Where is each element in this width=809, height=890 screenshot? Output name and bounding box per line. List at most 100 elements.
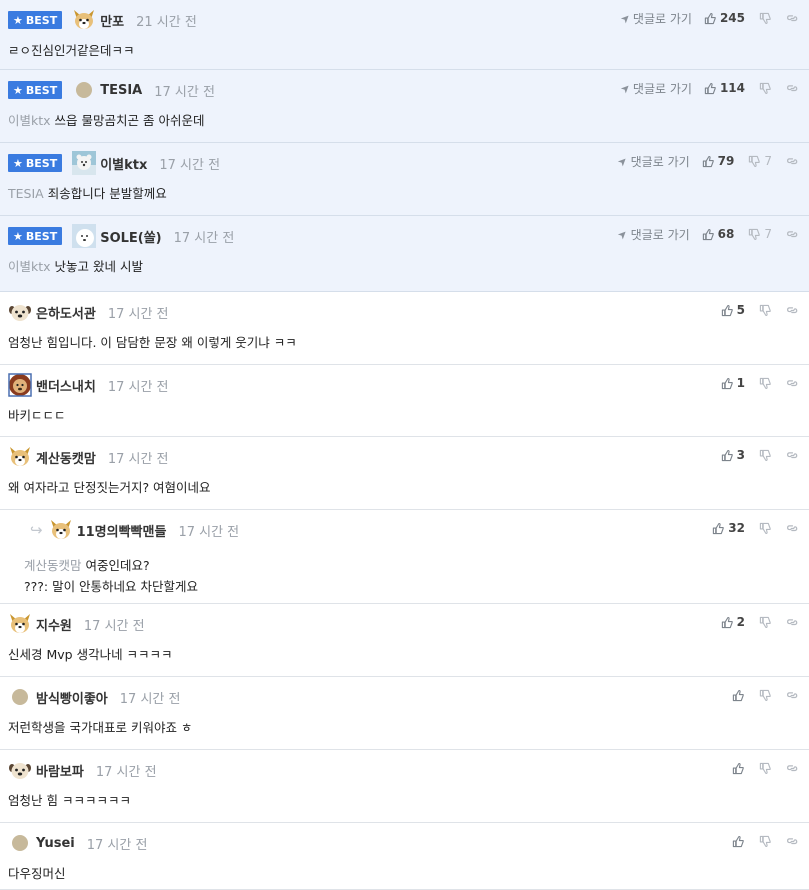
nickname[interactable]: 이별ktx — [100, 154, 147, 173]
downvote-button[interactable] — [759, 12, 772, 25]
comment-body: 엄청난 힘 ㅋㅋㅋㅋㅋㅋ — [8, 790, 131, 811]
reply-target-nick[interactable]: 이별ktx — [8, 113, 51, 128]
go-to-comment-link[interactable]: ➤ 댓글로 가기 — [617, 80, 691, 97]
share-link-button[interactable] — [786, 377, 799, 390]
comment-line: 저런학생을 국가대표로 키워야죠 ㅎ — [8, 717, 192, 738]
downvote-button[interactable] — [759, 377, 772, 390]
downvote-button[interactable] — [759, 762, 772, 775]
nickname[interactable]: 바람보파 — [36, 761, 84, 780]
share-link-button[interactable] — [786, 12, 799, 25]
upvote-count: 5 — [736, 303, 745, 317]
comment-actions: ➤ 댓글로 가기 114 — [617, 79, 799, 97]
thumbs-down-icon — [759, 762, 772, 775]
avatar[interactable] — [72, 224, 97, 248]
comment-line: 다우징머신 — [8, 863, 66, 884]
comment: Yusei 17 시간 전다우징머신 — [0, 823, 809, 890]
thumbs-up-icon — [721, 304, 734, 317]
avatar[interactable] — [8, 445, 32, 469]
upvote-count: 1 — [736, 376, 745, 390]
upvote-button[interactable]: 32 — [712, 521, 745, 535]
downvote-button[interactable] — [759, 449, 772, 462]
upvote-button[interactable]: 79 — [702, 154, 734, 168]
upvote-button[interactable]: 114 — [704, 81, 745, 95]
avatar[interactable] — [8, 300, 32, 324]
nickname[interactable]: 만포 — [100, 11, 124, 30]
share-link-button[interactable] — [786, 689, 799, 702]
nickname[interactable]: SOLE(쏠) — [100, 227, 161, 246]
avatar[interactable] — [12, 835, 28, 851]
upvote-button[interactable]: 5 — [721, 303, 745, 317]
reply-target-nick[interactable]: 이별ktx — [8, 259, 51, 274]
nickname[interactable]: 지수원 — [36, 615, 72, 634]
downvote-button[interactable] — [759, 304, 772, 317]
paper-plane-icon: ➤ — [617, 10, 634, 26]
upvote-button[interactable]: 2 — [721, 615, 745, 629]
nickname[interactable]: 밤식빵이좋아 — [36, 688, 108, 707]
upvote-button[interactable]: 245 — [704, 11, 745, 25]
best-badge: ★ BEST — [8, 81, 63, 99]
share-link-button[interactable] — [786, 522, 799, 535]
share-link-button[interactable] — [786, 762, 799, 775]
comment-text: ㄹㅇ진심인거같은데ㅋㅋ — [8, 43, 135, 58]
share-link-button[interactable] — [786, 616, 799, 629]
nickname[interactable]: 11명의빡빡맨들 — [77, 521, 167, 540]
nickname[interactable]: 밴더스내치 — [36, 376, 96, 395]
avatar[interactable] — [8, 758, 32, 782]
upvote-button[interactable]: 3 — [721, 448, 745, 462]
avatar[interactable] — [12, 689, 28, 705]
thumbs-down-icon — [759, 304, 772, 317]
nickname[interactable]: 은하도서관 — [36, 303, 96, 322]
upvote-button[interactable]: 1 — [721, 376, 745, 390]
share-link-button[interactable] — [786, 835, 799, 848]
upvote-button[interactable] — [732, 689, 745, 702]
upvote-button[interactable] — [732, 835, 745, 848]
avatar[interactable] — [72, 151, 97, 175]
link-icon — [786, 835, 799, 848]
best-label: BEST — [25, 156, 58, 170]
timestamp: 17 시간 전 — [95, 764, 157, 780]
thumbs-down-icon — [759, 12, 772, 25]
thumbs-up-icon — [732, 835, 745, 848]
downvote-button[interactable]: 7 — [748, 154, 772, 168]
link-icon — [786, 304, 799, 317]
timestamp: 17 시간 전 — [86, 837, 148, 853]
share-link-button[interactable] — [786, 304, 799, 317]
avatar[interactable] — [72, 8, 96, 32]
share-link-button[interactable] — [786, 449, 799, 462]
comment-actions — [732, 832, 799, 850]
downvote-button[interactable] — [759, 689, 772, 702]
downvote-button[interactable]: 7 — [748, 227, 772, 241]
avatar[interactable] — [49, 518, 73, 542]
comment-text: 여중인데요? — [85, 558, 150, 573]
avatar[interactable] — [8, 612, 32, 636]
go-to-comment-link[interactable]: ➤ 댓글로 가기 — [615, 153, 689, 170]
comment-header: ↪ 11명의빡빡맨들 17 시간 전 — [24, 519, 239, 541]
comment-header: 바람보파 17 시간 전 — [8, 759, 157, 781]
downvote-button[interactable] — [759, 835, 772, 848]
upvote-button[interactable]: 68 — [702, 227, 734, 241]
share-link-button[interactable] — [786, 82, 799, 95]
go-to-comment-label: 댓글로 가기 — [632, 11, 692, 26]
go-to-comment-link[interactable]: ➤ 댓글로 가기 — [617, 10, 692, 27]
avatar[interactable] — [76, 82, 93, 98]
reply-target-nick[interactable]: TESIA — [8, 186, 44, 201]
go-to-comment-link[interactable]: ➤ 댓글로 가기 — [615, 226, 689, 243]
reply-target-nick[interactable]: 계산동캣맘 — [24, 558, 82, 573]
thumbs-down-icon — [759, 835, 772, 848]
nickname[interactable]: 계산동캣맘 — [36, 448, 96, 467]
timestamp: 17 시간 전 — [159, 157, 221, 173]
avatar[interactable] — [8, 373, 32, 397]
downvote-button[interactable] — [759, 616, 772, 629]
comment-body: 신세경 Mvp 생각나네 ㅋㅋㅋㅋ — [8, 644, 173, 665]
nickname[interactable]: TESIA — [100, 83, 142, 98]
link-icon — [786, 12, 799, 25]
nickname[interactable]: Yusei — [36, 836, 75, 851]
share-link-button[interactable] — [786, 228, 799, 241]
thumbs-down-icon — [759, 616, 772, 629]
comment-actions — [732, 686, 799, 704]
downvote-button[interactable] — [759, 82, 772, 95]
thumbs-down-icon — [748, 155, 761, 168]
share-link-button[interactable] — [786, 155, 799, 168]
upvote-button[interactable] — [732, 762, 745, 775]
downvote-button[interactable] — [759, 522, 772, 535]
